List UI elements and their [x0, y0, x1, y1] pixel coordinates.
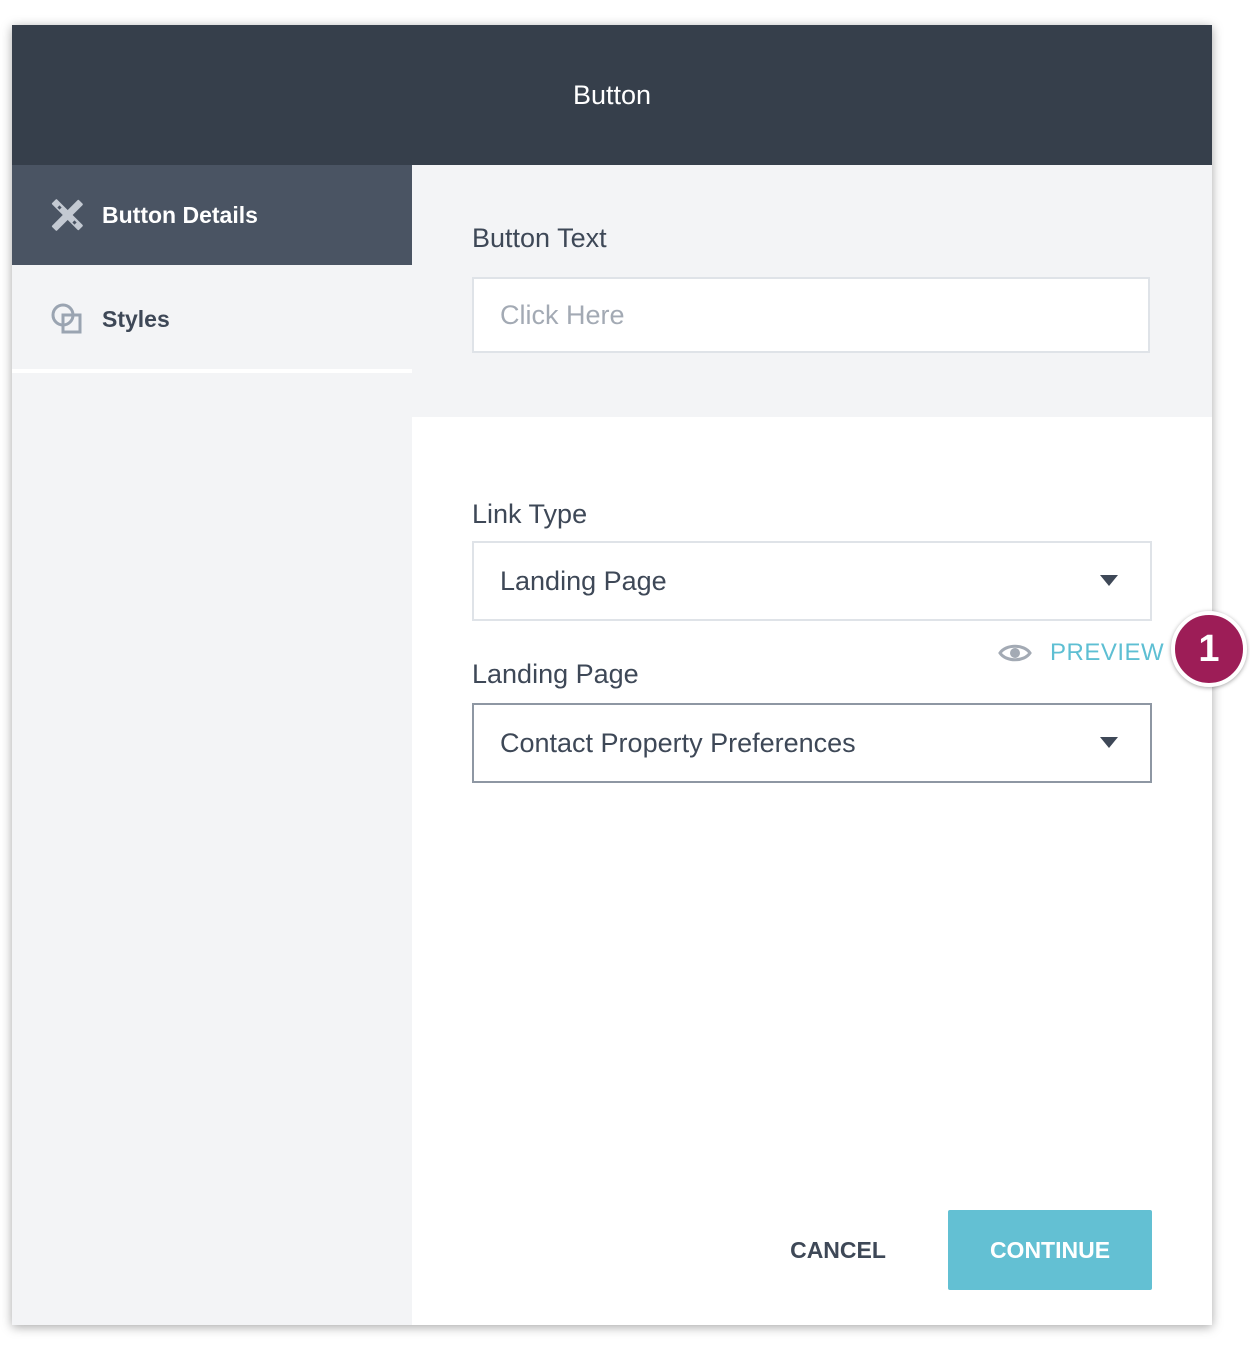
annotation-badge: 1: [1171, 611, 1247, 687]
landing-page-value: Contact Property Preferences: [500, 727, 856, 758]
link-type-value: Landing Page: [500, 565, 667, 596]
button-text-section: Button Text Click Here: [412, 165, 1212, 417]
sidebar-item-label: Button Details: [102, 201, 258, 228]
cancel-button[interactable]: CANCEL: [772, 1210, 904, 1290]
continue-button[interactable]: CONTINUE: [948, 1210, 1152, 1290]
landing-page-label: Landing Page: [472, 659, 639, 689]
button-text-placeholder: Click Here: [500, 299, 625, 330]
sidebar-item-styles[interactable]: Styles: [12, 269, 412, 373]
chevron-down-icon: [1100, 737, 1118, 748]
link-type-label: Link Type: [472, 499, 588, 529]
sidebar-item-button-details[interactable]: Button Details: [12, 165, 412, 265]
button-text-input[interactable]: Click Here: [472, 277, 1150, 353]
preview-link[interactable]: PREVIEW: [998, 633, 1164, 673]
link-section: Link Type Landing Page Landing Page PREV…: [412, 417, 1212, 1325]
sidebar-item-label: Styles: [102, 305, 170, 332]
button-dialog: Button Button Details Styles Button Text…: [12, 25, 1212, 1325]
overlapping-squares-icon: [51, 303, 82, 334]
chevron-down-icon: [1100, 575, 1118, 586]
landing-page-select[interactable]: Contact Property Preferences: [472, 703, 1152, 783]
link-type-select[interactable]: Landing Page: [472, 541, 1152, 621]
eye-icon: [998, 644, 1032, 662]
pencil-ruler-icon: [51, 199, 83, 231]
preview-label: PREVIEW: [1050, 639, 1165, 666]
dialog-title: Button: [572, 79, 652, 110]
dialog-header: Button: [12, 25, 1212, 165]
button-text-label: Button Text: [472, 223, 607, 253]
sidebar: Button Details Styles: [12, 165, 412, 1325]
